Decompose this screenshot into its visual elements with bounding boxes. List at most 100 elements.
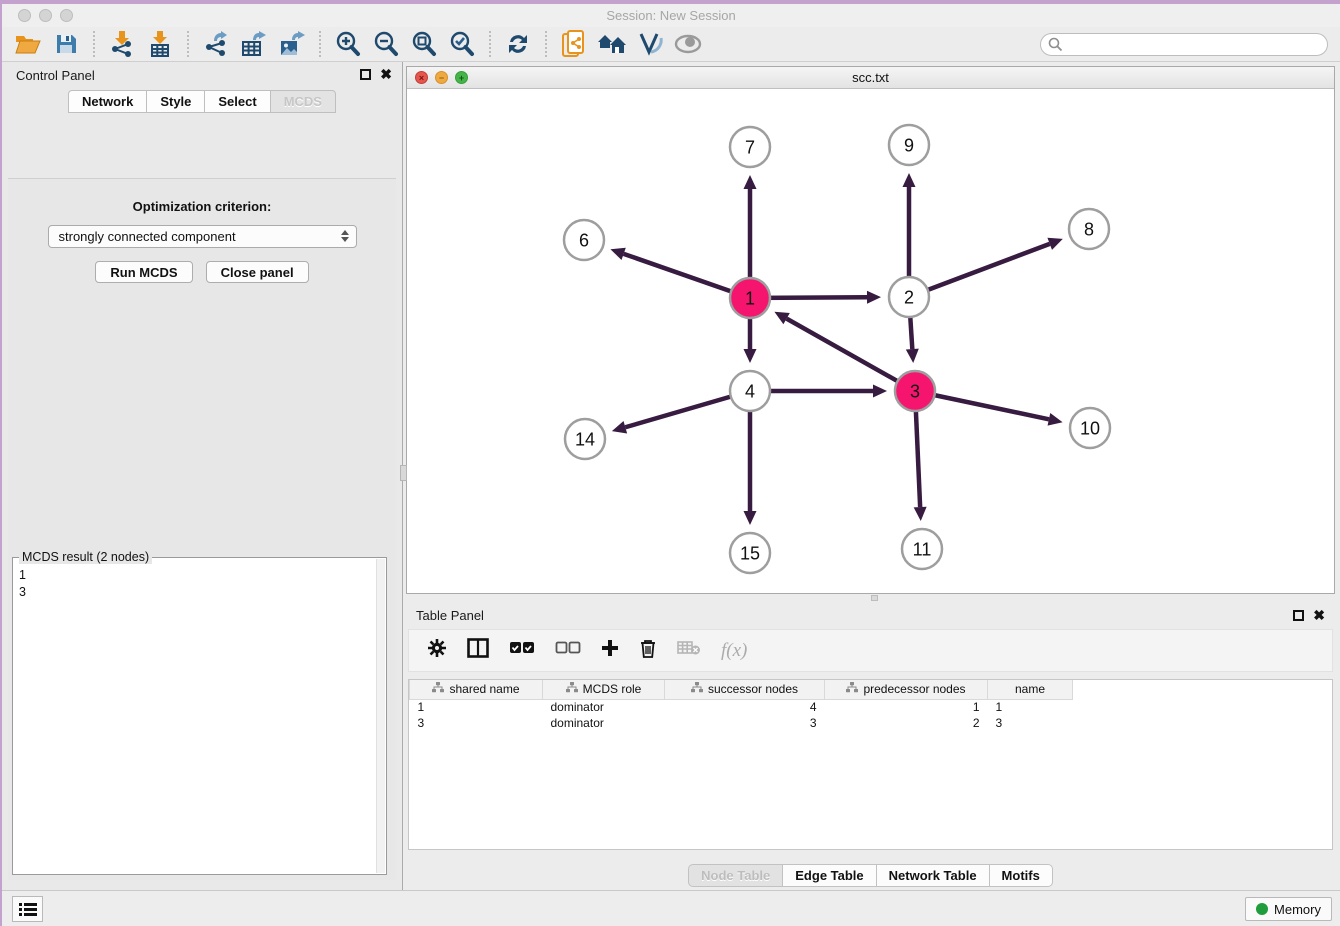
table-cell: 3 [665, 715, 825, 731]
network-graph[interactable]: 7968124314101511 [407, 89, 1334, 593]
tab-mcds[interactable]: MCDS [270, 90, 336, 113]
mcds-result-item: 1 [19, 567, 382, 584]
table-toolbar: f(x) [408, 629, 1333, 672]
import-network-icon[interactable] [106, 29, 138, 59]
select-all-icon[interactable] [509, 641, 535, 660]
export-table-icon[interactable] [238, 29, 270, 59]
task-history-button[interactable] [12, 896, 43, 922]
edge-arrow-icon [610, 248, 625, 260]
splitter-handle[interactable] [871, 595, 878, 601]
result-scrollbar[interactable] [376, 559, 385, 873]
network-canvas[interactable]: 7968124314101511 [407, 89, 1334, 593]
table-panel: Table Panel ✖ [406, 603, 1335, 890]
memory-button[interactable]: Memory [1245, 897, 1332, 921]
optimization-select[interactable]: strongly connected component [48, 225, 357, 248]
edge-arrow-icon [914, 507, 927, 521]
search-input[interactable] [1040, 33, 1328, 56]
sort-hierarchy-icon [691, 682, 703, 696]
save-session-icon[interactable] [50, 29, 82, 59]
memory-status-icon [1256, 903, 1268, 915]
table-row[interactable]: 1dominator411 [410, 699, 1073, 715]
float-panel-icon[interactable] [360, 69, 371, 80]
home-icon[interactable] [596, 29, 628, 59]
graph-node-label: 4 [745, 381, 755, 401]
settings-gear-icon[interactable] [427, 638, 447, 663]
close-table-panel-icon[interactable]: ✖ [1313, 610, 1325, 621]
tab-motifs[interactable]: Motifs [989, 864, 1053, 887]
toolbar-separator [489, 31, 491, 57]
delete-column-icon[interactable] [639, 638, 657, 663]
close-panel-button[interactable]: Close panel [206, 261, 309, 283]
eye-icon[interactable] [672, 29, 704, 59]
deselect-all-icon[interactable] [555, 641, 581, 660]
graph-node-label: 11 [913, 539, 932, 559]
horizontal-splitter[interactable] [406, 594, 1335, 603]
minimize-window-icon[interactable] [39, 9, 52, 22]
table-cell: 3 [988, 715, 1073, 731]
column-header-MCDS-role[interactable]: MCDS role [543, 680, 665, 699]
edge-2-8[interactable] [909, 244, 1050, 297]
tab-edge-table[interactable]: Edge Table [782, 864, 875, 887]
refresh-icon[interactable] [502, 29, 534, 59]
split-panel-icon[interactable] [467, 638, 489, 663]
edge-arrow-icon [1048, 413, 1063, 426]
mcds-result-box: MCDS result (2 nodes) 1 3 [12, 557, 387, 875]
edge-3-1[interactable] [787, 319, 915, 391]
network-minimize-icon[interactable]: − [435, 71, 448, 84]
toolbar-separator [319, 31, 321, 57]
mcds-result-list: 1 3 [13, 558, 386, 601]
network-close-icon[interactable]: × [415, 71, 428, 84]
edge-arrow-icon [906, 349, 919, 363]
tab-network[interactable]: Network [68, 90, 146, 113]
column-header-successor-nodes[interactable]: successor nodes [665, 680, 825, 699]
add-column-icon[interactable] [601, 639, 619, 662]
zoom-in-icon[interactable] [332, 29, 364, 59]
mcds-result-item: 3 [19, 584, 382, 601]
tab-network-table[interactable]: Network Table [876, 864, 989, 887]
application-window: Session: New Session [0, 0, 1340, 926]
close-window-icon[interactable] [18, 9, 31, 22]
float-table-panel-icon[interactable] [1293, 610, 1304, 621]
select-chevrons-icon [341, 230, 349, 242]
toolbar-separator [93, 31, 95, 57]
toolbar-separator [545, 31, 547, 57]
table-row[interactable]: 3dominator323 [410, 715, 1073, 731]
table-cell: 4 [665, 699, 825, 715]
column-label: MCDS role [583, 682, 642, 696]
search-icon [1048, 37, 1063, 52]
main-toolbar [2, 27, 1340, 62]
table-panel-header: Table Panel ✖ [406, 603, 1335, 628]
column-label: name [1015, 682, 1045, 696]
open-session-icon[interactable] [12, 29, 44, 59]
graph-node-label: 7 [745, 137, 755, 157]
sort-hierarchy-icon [432, 682, 444, 696]
column-header-shared-name[interactable]: shared name [410, 680, 543, 699]
graph-node-label: 3 [910, 381, 920, 401]
tab-node-table[interactable]: Node Table [688, 864, 782, 887]
column-label: shared name [449, 682, 519, 696]
zoom-out-icon[interactable] [370, 29, 402, 59]
tab-select[interactable]: Select [204, 90, 269, 113]
graph-node-label: 9 [904, 135, 914, 155]
panel-splitter-handle[interactable] [400, 465, 407, 481]
control-panel-header: Control Panel ✖ [2, 62, 402, 90]
function-builder-icon[interactable]: f(x) [721, 640, 747, 662]
zoom-selected-icon[interactable] [446, 29, 478, 59]
delete-table-icon[interactable] [677, 640, 701, 661]
tab-style[interactable]: Style [146, 90, 204, 113]
run-mcds-button[interactable]: Run MCDS [95, 261, 192, 283]
column-header-predecessor-nodes[interactable]: predecessor nodes [825, 680, 988, 699]
network-maximize-icon[interactable]: + [455, 71, 468, 84]
zoom-fit-icon[interactable] [408, 29, 440, 59]
column-header-name[interactable]: name [988, 680, 1073, 699]
table-tabs: Node Table Edge Table Network Table Moti… [406, 864, 1335, 890]
export-image-icon[interactable] [276, 29, 308, 59]
import-table-icon[interactable] [144, 29, 176, 59]
export-network-icon[interactable] [200, 29, 232, 59]
graph-node-label: 1 [745, 288, 755, 308]
close-panel-icon[interactable]: ✖ [380, 69, 392, 80]
network-file-icon[interactable] [558, 29, 590, 59]
vizmapper-icon[interactable] [634, 29, 666, 59]
maximize-window-icon[interactable] [60, 9, 73, 22]
edge-arrow-icon [903, 173, 916, 187]
